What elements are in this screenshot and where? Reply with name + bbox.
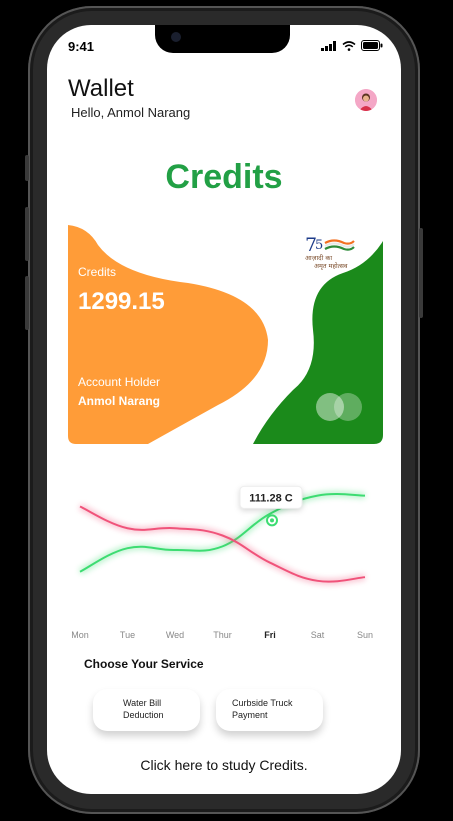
svg-text:5: 5 — [315, 238, 323, 253]
curbside-button-line2: Payment — [232, 710, 268, 720]
credits-heading: Credits — [165, 158, 283, 196]
signal-icon — [321, 40, 336, 51]
notch — [155, 25, 290, 53]
user-avatar-icon — [355, 89, 377, 111]
status-icons — [321, 40, 383, 51]
logo-text-line2: अमृत महोत्सव — [314, 262, 348, 270]
card-holder-name: Anmol Narang — [78, 394, 161, 408]
chart-x-label-sun: Sun — [357, 630, 373, 640]
avatar[interactable] — [355, 89, 377, 111]
study-credits-link[interactable]: Click here to study Credits. — [47, 757, 401, 773]
card-label: Credits — [78, 265, 117, 279]
chart-highlight-marker-dot — [270, 518, 274, 523]
wifi-icon — [342, 40, 356, 51]
phone-silent-switch — [25, 155, 29, 181]
water-bill-button-line1: Water Bill — [123, 698, 162, 708]
credit-card[interactable]: 7 5 आज़ादी का अमृत महोत्सव Credits 1299.… — [68, 225, 383, 444]
azadi-ka-amrit-mahotsav-logo: 7 5 आज़ादी का अमृत महोत्सव — [305, 234, 355, 270]
chart-x-label-tue: Tue — [120, 630, 135, 640]
chart-x-label-wed: Wed — [166, 630, 184, 640]
camera-icon — [171, 32, 181, 42]
status-time: 9:41 — [68, 39, 95, 54]
screen: 9:41 Wallet Hello, Anmol Narang Credits — [47, 25, 401, 794]
water-bill-button-line2: Deduction — [123, 710, 164, 720]
greeting-text: Hello, Anmol Narang — [71, 105, 191, 120]
card-holder-label: Account Holder — [78, 375, 161, 389]
service-heading: Choose Your Service — [84, 657, 204, 671]
curbside-button-line1: Curbside Truck — [232, 698, 293, 708]
chart-x-label-fri: Fri — [264, 630, 276, 640]
phone-volume-down — [25, 276, 29, 330]
chart-svg: 111.28 C Mon Tue Wed Thur Fri Sat Sun — [71, 443, 373, 640]
water-bill-deduction-button[interactable]: Water Bill Deduction — [93, 689, 200, 731]
phone-volume-up — [25, 207, 29, 261]
chart-x-label-sat: Sat — [311, 630, 325, 640]
credits-line-chart[interactable]: 111.28 C Mon Tue Wed Thur Fri Sat Sun — [68, 443, 383, 643]
phone-power-button — [419, 228, 423, 318]
chart-tooltip-text: 111.28 C — [249, 492, 292, 504]
curbside-truck-payment-button[interactable]: Curbside Truck Payment — [216, 689, 323, 731]
chart-x-label-thur: Thur — [213, 630, 232, 640]
card-amount: 1299.15 — [78, 288, 165, 315]
chart-x-label-mon: Mon — [71, 630, 89, 640]
battery-icon — [361, 40, 383, 51]
page-title: Wallet — [68, 75, 134, 102]
logo-text-line1: आज़ादी का — [305, 254, 332, 262]
